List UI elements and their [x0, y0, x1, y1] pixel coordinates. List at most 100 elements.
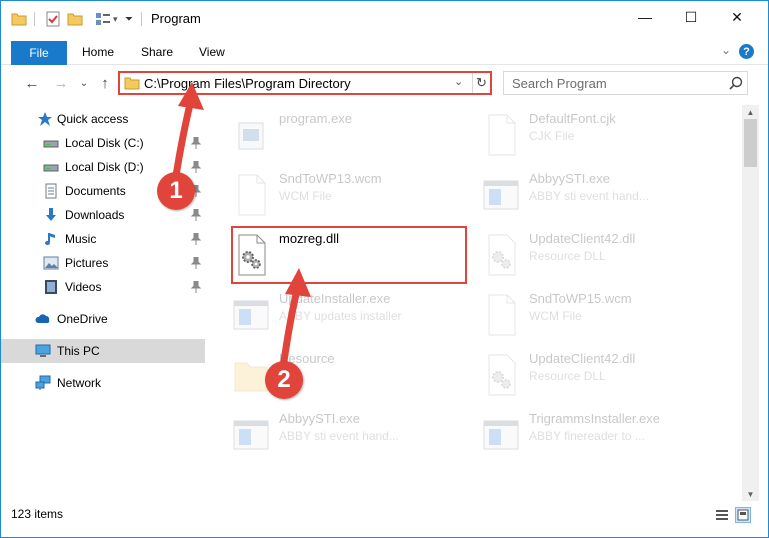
sidebar-item-label: Local Disk (C:) — [65, 136, 144, 150]
recent-locations-button[interactable]: ⌄ — [73, 73, 95, 93]
file-item[interactable]: UpdateClient42.dll Resource DLL — [461, 227, 711, 285]
file-item[interactable]: SndToWP13.wcm WCM File — [211, 167, 461, 225]
navigation-pane: Quick access Local Disk (C:) Local Disk … — [1, 105, 207, 501]
details-view-icon[interactable] — [714, 507, 730, 523]
file-item[interactable]: program.exe — [211, 107, 461, 165]
pin-icon[interactable] — [191, 137, 201, 149]
refresh-button[interactable]: ↻ — [472, 73, 490, 93]
address-path[interactable]: C:\Program Files\Program Directory — [144, 76, 351, 91]
sidebar-item-quick-access[interactable]: Quick access — [1, 107, 205, 131]
sidebar-item-label: Documents — [65, 184, 126, 198]
tab-home[interactable]: Home — [82, 45, 114, 59]
sidebar-item-label: Downloads — [65, 208, 125, 222]
chevron-down-icon[interactable]: ▾ — [113, 10, 118, 28]
pin-icon[interactable] — [191, 209, 201, 221]
sidebar-item-music[interactable]: Music — [1, 227, 205, 251]
sidebar-item-label: Quick access — [57, 112, 129, 126]
file-name: DefaultFont.cjk — [529, 111, 616, 126]
blank-file-icon — [488, 114, 516, 156]
sidebar-item-label: Pictures — [65, 256, 109, 270]
search-box[interactable] — [503, 71, 748, 95]
file-type: Resource DLL — [529, 249, 606, 263]
folder-icon — [124, 77, 140, 90]
search-icon[interactable] — [728, 75, 744, 91]
pin-icon[interactable] — [191, 233, 201, 245]
network-icon — [35, 375, 51, 390]
file-item[interactable]: AbbyySTI.exe ABBY sti event hand... — [461, 167, 711, 225]
onedrive-icon — [35, 314, 50, 323]
file-name: TrigrammsInstaller.exe — [529, 411, 660, 426]
navigation-bar: ← → ⌄ ↑ C:\Program Files\Program Directo… — [1, 67, 768, 99]
close-button[interactable]: ✕ — [714, 1, 760, 33]
sidebar-item-onedrive[interactable]: OneDrive — [1, 307, 205, 331]
file-type: ABBY updates installer — [279, 309, 402, 323]
expand-ribbon-icon[interactable]: ⌄ — [721, 43, 731, 57]
file-name: SndToWP15.wcm — [529, 291, 632, 306]
file-item[interactable]: UpdateInstaller.exe ABBY updates install… — [211, 287, 461, 345]
scroll-up-icon[interactable]: ▲ — [742, 105, 759, 119]
file-name: UpdateClient42.dll — [529, 351, 636, 366]
sidebar-item-label: OneDrive — [57, 312, 108, 326]
pin-icon[interactable] — [191, 257, 201, 269]
back-button[interactable]: ← — [21, 73, 43, 93]
file-name: UpdateInstaller.exe — [279, 291, 391, 306]
details-pane-icon[interactable] — [95, 10, 111, 28]
vertical-scrollbar[interactable]: ▲ ▼ — [742, 105, 759, 501]
callout-step-2: 2 — [265, 361, 303, 399]
maximize-button[interactable]: ☐ — [668, 1, 714, 33]
file-name: SndToWP13.wcm — [279, 171, 382, 186]
toolbar-separator — [141, 12, 142, 26]
file-item[interactable]: DefaultFont.cjk CJK File — [461, 107, 711, 165]
forward-button[interactable]: → — [50, 73, 72, 93]
search-input[interactable] — [504, 72, 724, 94]
file-item[interactable]: Resource — [211, 347, 461, 405]
address-bar[interactable]: C:\Program Files\Program Directory ⌄ ↻ — [118, 71, 492, 95]
sidebar-item-videos[interactable]: Videos — [1, 275, 205, 299]
customize-toolbar-icon[interactable]: ⏷ — [125, 10, 133, 28]
up-button[interactable]: ↑ — [94, 73, 116, 93]
highlight-box — [231, 226, 467, 284]
videos-icon — [45, 280, 57, 294]
blank-file-icon — [488, 294, 516, 336]
scroll-thumb[interactable] — [744, 119, 757, 167]
file-item[interactable]: TrigrammsInstaller.exe ABBY finereader t… — [461, 407, 711, 465]
sidebar-item-local-disk-c[interactable]: Local Disk (C:) — [1, 131, 205, 155]
new-folder-icon[interactable] — [67, 10, 83, 28]
pin-icon[interactable] — [191, 281, 201, 293]
window-app-icon — [483, 180, 519, 210]
file-type: WCM File — [279, 189, 332, 203]
file-item[interactable]: AbbyySTI.exe ABBY sti event hand... — [211, 407, 461, 465]
file-item[interactable]: UpdateClient42.dll Resource DLL — [461, 347, 711, 405]
pictures-icon — [43, 256, 59, 270]
address-dropdown-icon[interactable]: ⌄ — [454, 75, 463, 88]
file-type: ABBY sti event hand... — [279, 429, 399, 443]
large-icons-view-icon[interactable] — [735, 507, 751, 523]
documents-icon — [45, 183, 57, 199]
scroll-down-icon[interactable]: ▼ — [742, 487, 759, 501]
dll-gear-icon — [488, 234, 516, 276]
sidebar-item-label: Music — [65, 232, 97, 246]
tab-share[interactable]: Share — [141, 45, 173, 59]
file-item[interactable]: SndToWP15.wcm WCM File — [461, 287, 711, 345]
tab-file[interactable]: File — [11, 41, 67, 65]
dll-gear-icon — [488, 354, 516, 396]
sidebar-item-label: This PC — [57, 344, 100, 358]
window-app-icon — [233, 300, 269, 330]
file-name: UpdateClient42.dll — [529, 231, 636, 246]
tab-view[interactable]: View — [199, 45, 225, 59]
help-icon[interactable]: ? — [739, 44, 754, 59]
sidebar-item-pictures[interactable]: Pictures — [1, 251, 205, 275]
sidebar-item-label: Videos — [65, 280, 102, 294]
ribbon-tabs: File Home Share View ⌄ ? — [1, 39, 768, 65]
file-type: Resource DLL — [529, 369, 606, 383]
sidebar-item-label: Local Disk (D:) — [65, 160, 144, 174]
sidebar-item-network[interactable]: Network — [1, 371, 205, 395]
title-bar: ▾ ⏷ Program — ☐ ✕ — [1, 1, 768, 37]
properties-icon[interactable] — [45, 10, 61, 28]
pin-icon[interactable] — [191, 161, 201, 173]
sidebar-item-this-pc[interactable]: This PC — [1, 339, 205, 363]
window-title: Program — [151, 11, 201, 26]
minimize-button[interactable]: — — [622, 1, 668, 33]
file-name: program.exe — [279, 111, 352, 126]
file-type: CJK File — [529, 129, 575, 143]
